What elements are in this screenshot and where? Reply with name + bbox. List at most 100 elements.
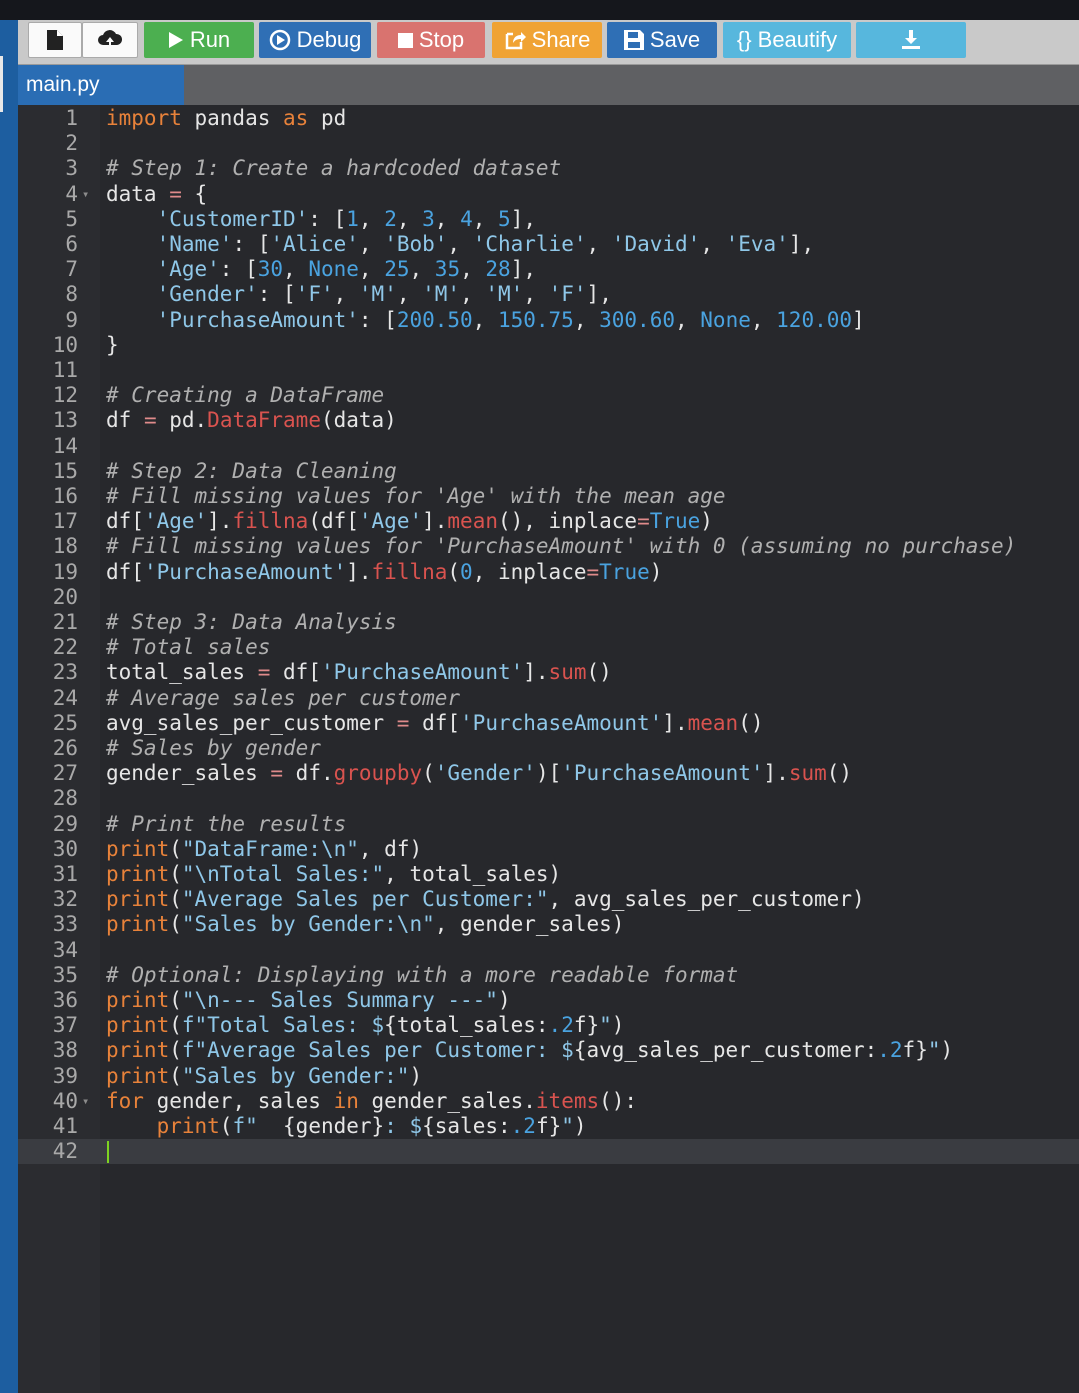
line-number: 8 [65, 282, 78, 307]
code-text: df['PurchaseAmount'].fillna(0, inplace=T… [106, 559, 663, 584]
share-icon [504, 30, 526, 50]
code-line[interactable]: 38 print(f"Average Sales per Customer: ${… [18, 1038, 1079, 1063]
run-button[interactable]: Run [144, 22, 254, 58]
line-number: 21 [52, 610, 78, 634]
save-label: Save [649, 27, 701, 52]
share-button[interactable]: Share [492, 22, 602, 58]
debug-circle-icon [269, 29, 291, 51]
code-line[interactable]: 32 print("Average Sales per Customer:", a… [18, 887, 1079, 912]
code-line[interactable]: 33 print("Sales by Gender:\n", gender_sal… [18, 912, 1079, 937]
code-line[interactable]: 2 [18, 131, 1079, 156]
code-text: # Step 3: Data Analysis [106, 610, 397, 634]
code-text: data = { [106, 181, 208, 206]
code-line[interactable]: 25 avg_sales_per_customer = df['PurchaseA… [18, 711, 1079, 736]
code-line[interactable]: 20 [18, 585, 1079, 610]
code-text: import pandas as pd [106, 106, 347, 130]
code-line[interactable]: 13 df = pd.DataFrame(data) [18, 408, 1079, 433]
beautify-button[interactable]: {} Beautify [723, 22, 851, 58]
code-text: # Creating a DataFrame [106, 383, 385, 408]
fold-toggle-icon[interactable]: ▾ [82, 1089, 89, 1114]
code-line[interactable]: 34 [18, 938, 1079, 963]
line-number: 13 [52, 408, 78, 433]
code-line[interactable]: 1 import pandas as pd [18, 106, 1079, 131]
line-number: 33 [52, 912, 78, 937]
debug-button[interactable]: Debug [259, 22, 371, 58]
code-line[interactable]: 41 print(f" {gender}: ${sales:.2f}") [18, 1114, 1079, 1139]
code-text: print("Sales by Gender:") [106, 1063, 423, 1088]
play-icon [168, 31, 184, 49]
code-line[interactable]: 28 [18, 786, 1079, 811]
code-line[interactable]: 37 print(f"Total Sales: ${total_sales:.2f… [18, 1013, 1079, 1038]
code-line[interactable]: 17 df['Age'].fillna(df['Age'].mean(), inp… [18, 509, 1079, 534]
code-line[interactable]: 16 # Fill missing values for 'Age' with t… [18, 484, 1079, 509]
code-line[interactable]: 24 # Average sales per customer [18, 686, 1079, 711]
code-line[interactable]: 36 print("\n--- Sales Summary ---") [18, 988, 1079, 1013]
line-number: 17 [52, 509, 78, 534]
save-button[interactable]: Save [607, 22, 717, 58]
code-line[interactable]: 21 # Step 3: Data Analysis [18, 610, 1079, 635]
line-number: 9 [65, 307, 78, 332]
line-number: 28 [52, 786, 78, 811]
fold-toggle-icon[interactable]: ▾ [82, 182, 89, 207]
code-line[interactable]: 4 ▾ data = { [18, 182, 1079, 207]
line-number: 6 [65, 232, 78, 256]
code-line[interactable]: 30 print("DataFrame:\n", df) [18, 837, 1079, 862]
code-line[interactable]: 11 [18, 358, 1079, 383]
code-line[interactable]: 35 # Optional: Displaying with a more rea… [18, 963, 1079, 988]
code-text: print("Sales by Gender:\n", gender_sales… [106, 912, 625, 937]
code-text: avg_sales_per_customer = df['PurchaseAmo… [106, 710, 764, 735]
code-line[interactable]: 7 'Age': [30, None, 25, 35, 28], [18, 257, 1079, 282]
save-floppy-icon [623, 30, 644, 50]
code-line[interactable]: 27 gender_sales = df.groupby('Gender')['P… [18, 761, 1079, 786]
code-line[interactable]: 10} [18, 333, 1079, 358]
line-number: 3 [65, 156, 78, 181]
line-number: 22 [52, 635, 78, 660]
code-line[interactable]: 42 [18, 1139, 1079, 1164]
code-line[interactable]: 6 'Name': ['Alice', 'Bob', 'Charlie', 'D… [18, 232, 1079, 257]
line-number: 40 [52, 1088, 78, 1113]
tab-bar: main.py [18, 65, 1079, 105]
code-line[interactable]: 18 # Fill missing values for 'PurchaseAmo… [18, 534, 1079, 559]
code-line[interactable]: 31 print("\nTotal Sales:", total_sales) [18, 862, 1079, 887]
upload-cloud-icon [97, 29, 123, 51]
line-number: 10 [52, 332, 78, 357]
line-number: 26 [52, 736, 78, 760]
code-line[interactable]: 14 [18, 434, 1079, 459]
stop-button[interactable]: Stop [377, 22, 485, 58]
code-text: 'Gender': ['F', 'M', 'M', 'M', 'F'], [156, 282, 612, 307]
code-line[interactable]: 29 # Print the results [18, 812, 1079, 837]
code-text: print("Average Sales per Customer:", avg… [106, 887, 865, 912]
code-line[interactable]: 5 'CustomerID': [1, 2, 3, 4, 5], [18, 207, 1079, 232]
code-line[interactable]: 26 # Sales by gender [18, 736, 1079, 761]
line-number: 19 [52, 559, 78, 584]
line-number: 39 [52, 1063, 78, 1088]
share-label: Share [531, 27, 591, 52]
sidebar-indicator [0, 56, 3, 112]
code-line[interactable]: 19 df['PurchaseAmount'].fillna(0, inplace… [18, 560, 1079, 585]
code-line[interactable]: 40 ▾ for gender, sales in gender_sales.ite… [18, 1089, 1079, 1114]
code-text: # Optional: Displaying with a more reada… [106, 962, 739, 987]
code-text: total_sales = df['PurchaseAmount'].sum() [106, 660, 612, 685]
line-number: 1 [65, 106, 78, 130]
code-line[interactable]: 9 'PurchaseAmount': [200.50, 150.75, 300… [18, 308, 1079, 333]
line-number: 32 [52, 887, 78, 912]
code-text: 'Name': ['Alice', 'Bob', 'Charlie', 'Dav… [156, 232, 815, 256]
code-text: # Print the results [106, 811, 347, 836]
code-line[interactable]: 3 # Step 1: Create a hardcoded dataset [18, 156, 1079, 181]
line-number: 38 [52, 1038, 78, 1063]
line-number: 20 [52, 584, 78, 609]
code-line[interactable]: 23 total_sales = df['PurchaseAmount'].sum… [18, 660, 1079, 685]
code-line[interactable]: 12 # Creating a DataFrame [18, 383, 1079, 408]
new-file-button[interactable] [28, 22, 82, 58]
line-number: 2 [65, 131, 78, 156]
line-number: 11 [52, 358, 78, 382]
tab-main-py[interactable]: main.py [18, 65, 184, 105]
code-text: 'CustomerID': [1, 2, 3, 4, 5], [156, 206, 536, 231]
upload-button[interactable] [82, 22, 138, 58]
download-button[interactable] [856, 22, 966, 58]
line-number: 42 [52, 1139, 78, 1164]
code-line[interactable]: 8 'Gender': ['F', 'M', 'M', 'M', 'F'], [18, 282, 1079, 307]
code-line[interactable]: 22 # Total sales [18, 635, 1079, 660]
code-line[interactable]: 15 # Step 2: Data Cleaning [18, 459, 1079, 484]
code-line[interactable]: 39 print("Sales by Gender:") [18, 1064, 1079, 1089]
